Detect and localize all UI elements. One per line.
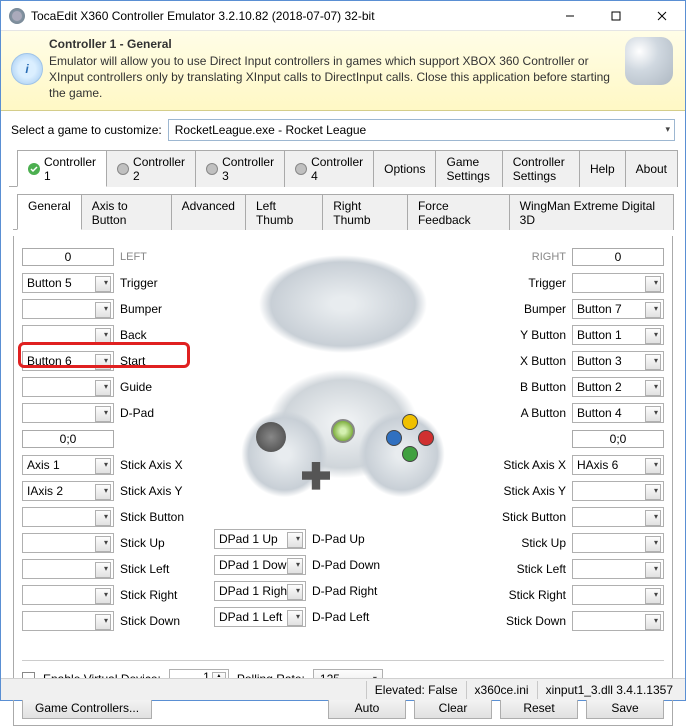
right-stick-up-combo[interactable]	[572, 533, 664, 553]
tab-game-settings[interactable]: Game Settings	[435, 150, 502, 187]
subtab-general[interactable]: General	[17, 194, 82, 230]
window-title: TocaEdit X360 Controller Emulator 3.2.10…	[31, 9, 547, 23]
dpad-left-combo[interactable]: DPad 1 Left	[214, 607, 306, 627]
right-stick-button-combo[interactable]	[572, 507, 664, 527]
left-stick-down-combo[interactable]	[22, 611, 114, 631]
right-b-combo[interactable]: Button 2	[572, 377, 664, 397]
status-off-icon	[206, 163, 218, 175]
left-stick-up-combo[interactable]	[22, 533, 114, 553]
tab-controller-2[interactable]: Controller 2	[106, 150, 196, 187]
right-x-combo[interactable]: Button 3	[572, 351, 664, 371]
right-stick-down-combo[interactable]	[572, 611, 664, 631]
info-icon: i	[11, 53, 43, 85]
tab-about[interactable]: About	[625, 150, 678, 187]
left-header: LEFT	[120, 251, 147, 263]
left-back-combo[interactable]	[22, 325, 114, 345]
game-select-combo[interactable]: RocketLeague.exe - Rocket League	[168, 119, 675, 141]
main-tabs: Controller 1 Controller 2 Controller 3 C…	[9, 149, 677, 187]
status-dll: xinput1_3.dll 3.4.1.1357	[537, 681, 681, 699]
dpad-up-combo[interactable]: DPad 1 Up	[214, 529, 306, 549]
tab-options[interactable]: Options	[373, 150, 436, 187]
subtab-right-thumb[interactable]: Right Thumb	[322, 194, 408, 230]
controller-icon	[625, 37, 673, 85]
app-icon	[9, 8, 25, 24]
left-bumper-combo[interactable]	[22, 299, 114, 319]
b-button-icon	[418, 430, 434, 446]
left-start-combo[interactable]: Button 6	[22, 351, 114, 371]
status-off-icon	[295, 163, 307, 175]
right-a-combo[interactable]: Button 4	[572, 403, 664, 423]
maximize-button[interactable]	[593, 1, 639, 31]
game-select-label: Select a game to customize:	[11, 123, 162, 137]
controller-illustration	[210, 244, 476, 514]
left-stick-left-combo[interactable]	[22, 559, 114, 579]
subtab-left-thumb[interactable]: Left Thumb	[245, 194, 323, 230]
right-bumper-combo[interactable]: Button 7	[572, 299, 664, 319]
right-stick-left-combo[interactable]	[572, 559, 664, 579]
left-stick-button-combo[interactable]	[22, 507, 114, 527]
subtab-axis-to-button[interactable]: Axis to Button	[81, 194, 172, 230]
subtab-force-feedback[interactable]: Force Feedback	[407, 194, 510, 230]
guide-button-icon	[331, 419, 355, 443]
right-trigger-value: 0	[572, 248, 664, 266]
subtab-device-name[interactable]: WingMan Extreme Digital 3D	[509, 194, 674, 230]
right-y-combo[interactable]: Button 1	[572, 325, 664, 345]
status-ok-icon	[28, 163, 40, 175]
minimize-button[interactable]	[547, 1, 593, 31]
status-off-icon	[117, 163, 129, 175]
tab-controller-settings[interactable]: Controller Settings	[502, 150, 580, 187]
subtab-advanced[interactable]: Advanced	[171, 194, 246, 230]
right-trigger-combo[interactable]	[572, 273, 664, 293]
status-ini: x360ce.ini	[466, 681, 537, 699]
left-axisx-combo[interactable]: Axis 1	[22, 455, 114, 475]
dpad-down-combo[interactable]: DPad 1 Down	[214, 555, 306, 575]
left-dpad-combo[interactable]	[22, 403, 114, 423]
banner-title: Controller 1 - General	[49, 37, 617, 51]
tab-help[interactable]: Help	[579, 150, 626, 187]
tab-controller-4[interactable]: Controller 4	[284, 150, 374, 187]
left-axisy-combo[interactable]: IAxis 2	[22, 481, 114, 501]
tab-controller-3[interactable]: Controller 3	[195, 150, 285, 187]
right-stick-right-combo[interactable]	[572, 585, 664, 605]
right-header: RIGHT	[532, 251, 566, 263]
dpad-icon	[302, 462, 330, 490]
status-elevated: Elevated: False	[366, 681, 466, 699]
banner-body: Emulator will allow you to use Direct In…	[49, 53, 617, 102]
x-button-icon	[386, 430, 402, 446]
close-button[interactable]	[639, 1, 685, 31]
sub-tabs: General Axis to Button Advanced Left Thu…	[13, 193, 673, 230]
left-trigger-value: 0	[22, 248, 114, 266]
tab-controller-1[interactable]: Controller 1	[17, 150, 107, 187]
right-axisx-combo[interactable]: HAxis 6	[572, 455, 664, 475]
left-stick-coord: 0;0	[22, 430, 114, 448]
left-guide-combo[interactable]	[22, 377, 114, 397]
left-stick-icon	[256, 422, 286, 452]
right-stick-coord: 0;0	[572, 430, 664, 448]
right-axisy-combo[interactable]	[572, 481, 664, 501]
a-button-icon	[402, 446, 418, 462]
dpad-right-combo[interactable]: DPad 1 Right	[214, 581, 306, 601]
left-trigger-combo[interactable]: Button 5	[22, 273, 114, 293]
left-stick-right-combo[interactable]	[22, 585, 114, 605]
y-button-icon	[402, 414, 418, 430]
